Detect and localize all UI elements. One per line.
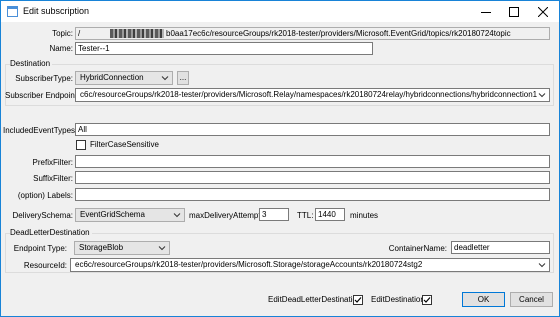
resource-id-select[interactable]: ec6c/resourceGroups/rk2018-tester/provid… <box>70 258 550 272</box>
endpoint-type-value: StorageBlob <box>79 243 124 252</box>
topic-label: Topic: <box>52 29 73 38</box>
subscriber-type-value: HybridConnection <box>80 73 144 82</box>
chevron-down-icon <box>173 213 181 218</box>
included-event-types-field[interactable]: All <box>75 123 550 136</box>
container-name-label: ContainerName: <box>388 244 447 253</box>
option-labels-field[interactable] <box>75 188 550 201</box>
maximize-icon <box>509 6 519 17</box>
edit-dead-letter-destination-label: EditDeadLetterDestination <box>268 295 362 304</box>
delivery-schema-value: EventGridSchema <box>80 210 145 219</box>
ttl-field[interactable]: 1440 <box>315 208 345 221</box>
max-delivery-attempts-field[interactable]: 3 <box>259 208 289 221</box>
chevron-down-icon <box>538 93 546 98</box>
minutes-label: minutes <box>350 211 379 220</box>
edit-destination-checkbox[interactable] <box>422 295 432 305</box>
edit-dead-letter-destination-checkbox[interactable] <box>353 295 363 305</box>
subscriber-endpoint-select[interactable]: c6c/resourceGroups/rk2018-tester/provide… <box>75 88 550 102</box>
option-labels-label: (option) Labels: <box>17 191 73 200</box>
endpoint-type-label: Endpoint Type: <box>13 244 67 253</box>
suffix-filter-label: SuffixFilter: <box>33 174 73 183</box>
ok-button[interactable]: OK <box>462 292 505 307</box>
minimize-button[interactable] <box>472 1 500 22</box>
close-icon <box>538 6 548 17</box>
topic-field[interactable]: / b0aa17ec6c/resourceGroups/rk2018-teste… <box>75 27 550 40</box>
window-icon <box>7 6 18 17</box>
close-button[interactable] <box>529 1 557 22</box>
subscriber-endpoint-label: Subscriber Endpoint: <box>5 91 80 100</box>
prefix-filter-label: PrefixFilter: <box>32 158 73 167</box>
name-label: Name: <box>49 44 73 53</box>
chevron-down-icon <box>161 76 169 81</box>
subscriber-endpoint-value: c6c/resourceGroups/rk2018-tester/provide… <box>80 90 538 99</box>
prefix-filter-field[interactable] <box>75 155 550 168</box>
container-name-field[interactable]: deadletter <box>451 241 550 254</box>
subscriber-type-select[interactable]: HybridConnection <box>75 71 173 85</box>
edit-destination-label: EditDestination <box>371 295 425 304</box>
filter-case-sensitive-checkbox[interactable] <box>76 140 86 150</box>
suffix-filter-field[interactable] <box>75 171 550 184</box>
browse-button[interactable]: ... <box>177 71 189 85</box>
checkmark-icon <box>423 297 431 303</box>
redacted-block <box>110 29 164 38</box>
maximize-button[interactable] <box>500 1 528 22</box>
title-bar[interactable]: Edit subscription <box>1 1 559 22</box>
cancel-button[interactable]: Cancel <box>510 292 553 307</box>
chevron-down-icon <box>538 263 546 268</box>
topic-value-prefix: / <box>78 29 81 38</box>
max-delivery-attempts-label: maxDeliveryAttempts: <box>189 211 267 220</box>
delivery-schema-label: DeliverySchema: <box>12 211 73 220</box>
subscriber-type-label: SubscriberType: <box>15 74 73 83</box>
destination-group-title: Destination <box>10 59 53 69</box>
resource-id-value: ec6c/resourceGroups/rk2018-tester/provid… <box>75 260 423 269</box>
checkmark-icon <box>354 297 362 303</box>
chevron-down-icon <box>158 246 166 251</box>
topic-value: b0aa17ec6c/resourceGroups/rk2018-tester/… <box>166 29 511 38</box>
window-title: Edit subscription <box>23 6 90 16</box>
ttl-label: TTL: <box>297 211 314 220</box>
delivery-schema-select[interactable]: EventGridSchema <box>75 208 185 222</box>
filter-case-sensitive-label: FilterCaseSensitive <box>90 140 159 149</box>
minimize-icon <box>481 11 491 13</box>
edit-subscription-dialog: Edit subscription Topic: / b0aa17ec6c/re… <box>0 0 560 317</box>
resource-id-label: ResourceId: <box>23 261 67 270</box>
endpoint-type-select[interactable]: StorageBlob <box>74 241 170 255</box>
included-event-types-label: IncludedEventTypes: <box>3 126 78 135</box>
name-field[interactable]: Tester--1 <box>75 42 373 55</box>
dead-letter-destination-title: DeadLetterDestination <box>10 228 92 238</box>
